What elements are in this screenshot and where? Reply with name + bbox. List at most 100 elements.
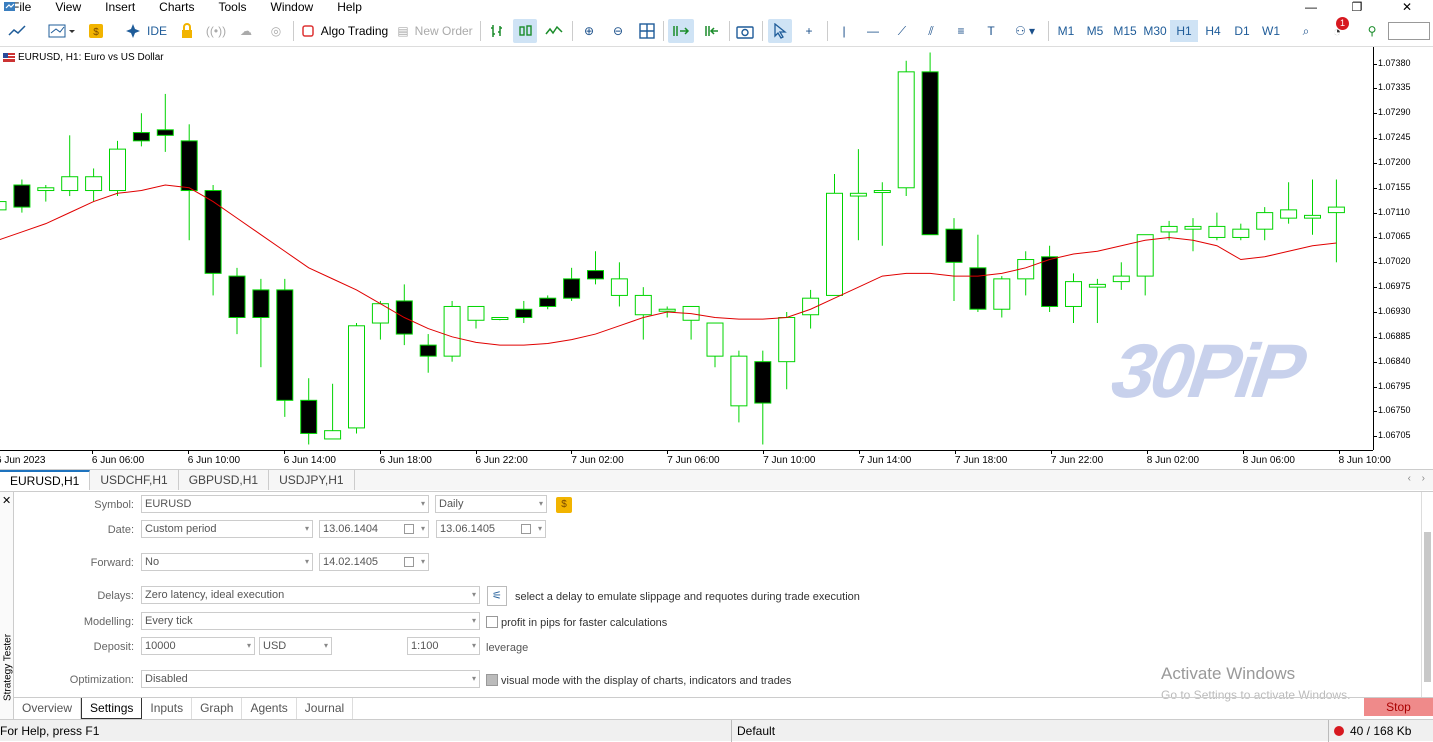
screenshot-icon[interactable] <box>734 19 756 43</box>
crosshair-icon[interactable]: + <box>798 19 820 43</box>
minimize-button[interactable]: — <box>1288 0 1334 14</box>
period-select[interactable]: Daily ▾ <box>435 495 547 513</box>
candle-body <box>873 190 891 194</box>
candle-body <box>706 322 724 357</box>
candles-icon[interactable] <box>513 19 537 43</box>
stop-button[interactable]: Stop <box>1364 698 1433 716</box>
candle <box>61 135 79 197</box>
tabs-scroll-right-icon[interactable]: › <box>1422 473 1425 484</box>
time-tick <box>1242 451 1244 454</box>
search-box[interactable] <box>1388 22 1430 40</box>
shapes-icon[interactable]: ⚇ ▾ <box>1008 19 1042 43</box>
symbol-properties-icon[interactable]: $ <box>556 497 572 513</box>
time-label: 6 Jun 14:00 <box>283 455 336 466</box>
tile-windows-icon[interactable] <box>636 19 658 43</box>
new-order-button[interactable]: ▤ New Order <box>396 19 474 43</box>
menu-charts[interactable]: Charts <box>147 0 206 14</box>
tab-usdjpy[interactable]: USDJPY,H1 <box>269 470 355 490</box>
tf-h4[interactable]: H4 <box>1199 20 1227 42</box>
market-dollar-icon[interactable]: $ <box>86 19 106 43</box>
date-to-field[interactable]: 13.06.1405 ▾ <box>436 520 546 538</box>
delays-select[interactable]: Zero latency, ideal execution ▾ <box>141 586 480 604</box>
tab-eurusd[interactable]: EURUSD,H1 <box>0 470 91 490</box>
menu-window[interactable]: Window <box>259 0 326 14</box>
forward-select[interactable]: No ▾ <box>141 553 313 571</box>
algo-trading-button[interactable]: Algo Trading <box>300 19 390 43</box>
delays-settings-icon[interactable]: ⚟ <box>487 586 507 606</box>
line-chart-icon[interactable] <box>6 19 28 43</box>
optimization-select[interactable]: Disabled ▾ <box>141 670 480 688</box>
chart-shift-icon[interactable] <box>698 19 724 43</box>
tester-scrollbar[interactable] <box>1421 492 1433 697</box>
cloud-icon[interactable]: ☁ <box>236 19 256 43</box>
menu-insert[interactable]: Insert <box>93 0 147 14</box>
visual-mode-checkbox[interactable] <box>486 674 498 686</box>
zoom-out-icon[interactable]: ⊖ <box>607 19 629 43</box>
forward-date-field[interactable]: 14.02.1405 ▾ <box>319 553 429 571</box>
tab-settings[interactable]: Settings <box>81 698 143 719</box>
symbol-select[interactable]: EURUSD ▾ <box>141 495 429 513</box>
trend-line-icon[interactable]: ⟋ <box>891 19 913 43</box>
close-panel-icon[interactable]: ✕ <box>2 494 11 507</box>
signal-icon[interactable]: ((•)) <box>206 19 226 43</box>
app-icon <box>4 2 15 11</box>
horizontal-line-icon[interactable]: — <box>862 19 884 43</box>
tab-usdchf[interactable]: USDCHF,H1 <box>90 470 179 490</box>
candle-body <box>13 184 31 208</box>
cursor-icon[interactable] <box>768 19 792 43</box>
price-label: 1.07065 <box>1378 231 1411 242</box>
menu-view[interactable]: View <box>43 0 93 14</box>
watermark-logo: 30PiP <box>1096 328 1336 414</box>
price-label: 1.07110 <box>1378 206 1410 217</box>
vps-icon[interactable]: ◎ <box>266 19 286 43</box>
pips-checkbox[interactable] <box>486 616 498 628</box>
signal-strength-icon[interactable]: ⚲ <box>1362 19 1382 43</box>
price-tick <box>1374 88 1377 90</box>
date-from-field[interactable]: 13.06.1404 ▾ <box>319 520 429 538</box>
chart-window[interactable]: EURUSD, H1: Euro vs US Dollar 30PiP 1.07… <box>0 47 1433 469</box>
notifications-icon[interactable]: ◔ 1 <box>1322 17 1352 43</box>
tab-graph[interactable]: Graph <box>192 698 243 719</box>
status-profile[interactable]: Default <box>737 724 775 738</box>
tab-journal[interactable]: Journal <box>297 698 354 719</box>
menu-help[interactable]: Help <box>325 0 374 14</box>
vertical-line-icon[interactable]: | <box>834 19 854 43</box>
leverage-select[interactable]: 1:100 ▾ <box>407 637 480 655</box>
tf-m5[interactable]: M5 <box>1081 20 1109 42</box>
zoom-in-icon[interactable]: ⊕ <box>578 19 600 43</box>
restore-button[interactable]: ❐ <box>1334 0 1380 14</box>
fibonacci-icon[interactable]: ≡ <box>950 19 972 43</box>
tab-gbpusd[interactable]: GBPUSD,H1 <box>179 470 270 490</box>
line-icon[interactable] <box>543 19 565 43</box>
date-mode-select[interactable]: Custom period ▾ <box>141 520 313 538</box>
chart-template-icon[interactable] <box>44 19 80 43</box>
tf-h1[interactable]: H1 <box>1170 20 1198 42</box>
close-window-button[interactable]: ✕ <box>1384 0 1430 14</box>
deposit-field[interactable]: 10000 ▾ <box>141 637 255 655</box>
tf-m30[interactable]: M30 <box>1140 20 1170 42</box>
bar-chart-icon[interactable] <box>486 19 508 43</box>
currency-select[interactable]: USD ▾ <box>259 637 332 655</box>
lock-icon[interactable] <box>178 19 196 43</box>
menu-tools[interactable]: Tools <box>207 0 259 14</box>
tf-m1[interactable]: M1 <box>1052 20 1080 42</box>
search-icon[interactable]: ⌕ <box>1295 19 1317 43</box>
tf-d1[interactable]: D1 <box>1228 20 1256 42</box>
tf-w1[interactable]: W1 <box>1257 20 1285 42</box>
tabs-scroll-left-icon[interactable]: ‹ <box>1408 473 1411 484</box>
tf-m15[interactable]: M15 <box>1110 20 1140 42</box>
modelling-select[interactable]: Every tick ▾ <box>141 612 480 630</box>
time-label: 7 Jun 10:00 <box>763 455 816 466</box>
tab-agents[interactable]: Agents <box>242 698 297 719</box>
candle-body <box>921 71 939 236</box>
candle-body <box>0 201 7 211</box>
autoscroll-icon[interactable] <box>668 19 694 43</box>
candle-body <box>610 278 628 296</box>
time-label: 8 Jun 06:00 <box>1242 455 1295 466</box>
tab-overview[interactable]: Overview <box>14 698 82 719</box>
candle <box>897 60 915 197</box>
text-icon[interactable]: T <box>980 19 1002 43</box>
tab-inputs[interactable]: Inputs <box>142 698 193 719</box>
channel-icon[interactable]: ⫽ <box>920 19 942 43</box>
ide-button[interactable]: IDE <box>118 19 174 43</box>
